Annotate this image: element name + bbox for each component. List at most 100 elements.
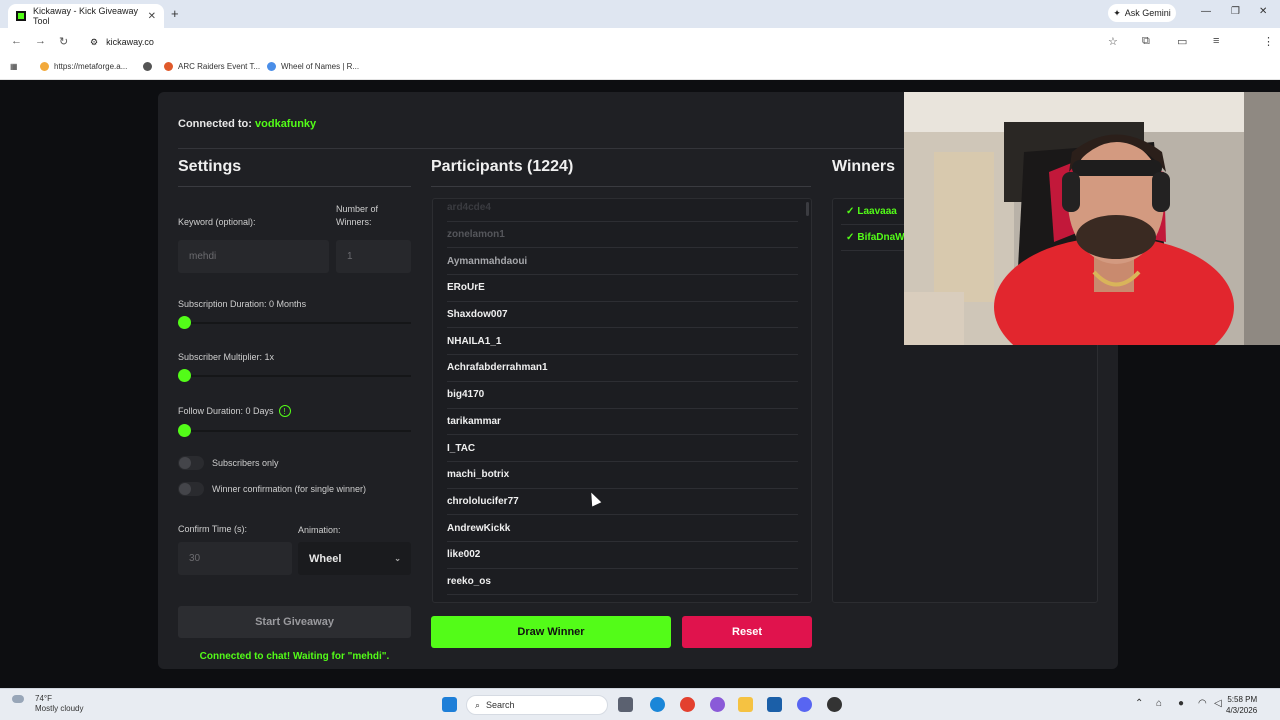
slider-handle[interactable] <box>178 316 191 329</box>
info-icon[interactable]: ! <box>278 405 291 417</box>
draw-winner-button[interactable]: Draw Winner <box>431 616 671 648</box>
list-item[interactable]: Shaxdow007 <box>447 302 798 329</box>
ask-gemini-button[interactable]: ✦ Ask Gemini <box>1108 4 1176 22</box>
winner-name: BifaDnaW <box>857 232 905 243</box>
metaforge-icon <box>40 62 49 71</box>
ask-gemini-label: Ask Gemini <box>1124 8 1171 18</box>
list-item[interactable]: NHAILA1_1 <box>447 328 798 356</box>
list-item[interactable]: Achrafabderrahman1 <box>447 355 798 382</box>
animation-select[interactable]: Wheel ⌄ <box>298 542 411 575</box>
new-tab-icon[interactable]: + <box>171 6 179 21</box>
reset-button[interactable]: Reset <box>682 616 812 648</box>
store-icon[interactable] <box>767 697 782 712</box>
confirm-time-input[interactable]: 30 <box>178 542 292 575</box>
keyword-input[interactable]: mehdi <box>178 240 329 273</box>
animation-label: Animation: <box>298 525 341 535</box>
subscribers-only-toggle[interactable]: Subscribers only <box>178 456 411 470</box>
list-item[interactable]: reeko_os <box>447 569 798 596</box>
maximize-icon[interactable]: ❐ <box>1231 6 1240 17</box>
weather-condition: Mostly cloudy <box>35 704 84 713</box>
minimize-icon[interactable]: — <box>1201 6 1211 17</box>
keyword-label: Keyword (optional): <box>178 217 256 227</box>
list-item[interactable]: ard4cde4 <box>447 199 798 222</box>
weather-widget[interactable]: 74°F Mostly cloudy <box>35 694 83 714</box>
arc-raiders-icon <box>164 62 173 71</box>
menu-icon[interactable]: ⋮ <box>1263 35 1274 48</box>
sub-duration-slider[interactable] <box>178 316 411 329</box>
participants-list[interactable]: ard4cde4 zonelamon1 Aymanmahdaoui ERoUrE… <box>432 198 812 603</box>
task-view-icon[interactable] <box>618 697 633 712</box>
split-view-icon[interactable]: ▭ <box>1177 35 1187 48</box>
bookmark-metaforge[interactable]: https://metaforge.a... <box>40 62 127 71</box>
network-icon[interactable]: ⌂ <box>1156 698 1162 709</box>
num-winners-input[interactable]: 1 <box>336 240 411 273</box>
sub-duration-label: Subscription Duration: 0 Months <box>178 299 307 309</box>
winner-confirmation-toggle[interactable]: Winner confirmation (for single winner) <box>178 482 411 496</box>
site-info-icon[interactable]: ⚙ <box>90 37 98 48</box>
list-item[interactable]: ERoUrE <box>447 275 798 302</box>
forward-icon[interactable]: → <box>35 35 46 47</box>
winner-confirmation-label: Winner confirmation (for single winner) <box>212 484 367 494</box>
reload-icon[interactable]: ↻ <box>59 35 68 48</box>
list-item[interactable]: AndrewKickk <box>447 515 798 542</box>
start-giveaway-button[interactable]: Start Giveaway <box>178 606 411 638</box>
volume-icon[interactable]: ◁ <box>1214 698 1222 709</box>
back-icon[interactable]: ← <box>11 35 22 47</box>
webcam-image <box>904 92 1280 345</box>
search-icon: ⌕ <box>475 699 481 710</box>
list-item[interactable]: I_TAC <box>447 435 798 462</box>
chevron-down-icon: ⌄ <box>394 554 401 563</box>
winner-name: Laavaaa <box>857 206 897 217</box>
list-item[interactable]: chrololucifer77 <box>447 489 798 516</box>
connected-username: vodkafunky <box>255 118 317 130</box>
winners-title: Winners <box>832 158 895 175</box>
kick-favicon-icon <box>16 11 26 21</box>
weather-cloud-icon <box>12 695 24 703</box>
copilot-icon[interactable] <box>710 697 725 712</box>
close-window-icon[interactable]: ✕ <box>1259 6 1267 17</box>
sub-multiplier-slider[interactable] <box>178 369 411 382</box>
obs-icon[interactable] <box>827 697 842 712</box>
list-item[interactable]: like002 <box>447 542 798 569</box>
media-control-icon[interactable]: ≡ <box>1213 35 1219 47</box>
follow-duration-slider[interactable] <box>178 424 411 437</box>
bookmark-label: ARC Raiders Event T... <box>178 62 261 71</box>
edge-icon[interactable] <box>650 697 665 712</box>
extensions-icon[interactable]: ⧉ <box>1142 35 1150 48</box>
toggle-switch[interactable] <box>178 456 204 470</box>
system-clock[interactable]: 5:58 PM 4/3/2026 <box>1226 694 1257 716</box>
wifi-icon[interactable]: ◠ <box>1198 698 1207 709</box>
discord-icon[interactable] <box>797 697 812 712</box>
sub-multiplier-label: Subscriber Multiplier: 1x <box>178 352 275 362</box>
browser-tab[interactable]: Kickaway - Kick Giveaway Tool ✕ <box>8 4 164 28</box>
slider-handle[interactable] <box>178 424 191 437</box>
url-bar[interactable]: ⚙ kickaway.co <box>82 32 1132 52</box>
list-item[interactable]: big4170 <box>447 382 798 409</box>
animation-select-value: Wheel <box>309 552 342 565</box>
bookmark-label: https://metaforge.a... <box>54 62 128 71</box>
windows-start-icon[interactable] <box>442 697 457 712</box>
list-item[interactable]: zonelamon1 <box>447 222 798 249</box>
checkmark-icon: ✓ <box>846 206 855 217</box>
globe-icon <box>143 62 152 71</box>
settings-panel: Settings Keyword (optional): Number of W… <box>178 158 411 662</box>
file-explorer-icon[interactable] <box>738 697 753 712</box>
bookmark-label: Wheel of Names | R... <box>281 62 360 71</box>
list-item[interactable]: machi_botrix <box>447 462 798 489</box>
close-tab-icon[interactable]: ✕ <box>148 11 156 22</box>
bookmark-arc-raiders[interactable]: ARC Raiders Event T... <box>164 62 260 71</box>
taskbar-search[interactable]: ⌕ Search <box>466 695 608 715</box>
microphone-icon[interactable]: ● <box>1178 698 1184 709</box>
slider-handle[interactable] <box>178 369 191 382</box>
bookmark-star-icon[interactable]: ☆ <box>1108 35 1118 48</box>
toggle-switch[interactable] <box>178 482 204 496</box>
apps-grid-icon[interactable]: ▦ <box>10 62 18 71</box>
webcam-overlay <box>904 92 1280 345</box>
bookmark-globe[interactable] <box>143 62 152 71</box>
list-item[interactable]: tarikammar <box>447 409 798 436</box>
scrollbar[interactable] <box>806 202 809 216</box>
chrome-icon[interactable] <box>680 697 695 712</box>
list-item[interactable]: Aymanmahdaoui <box>447 248 798 276</box>
bookmark-wheel-of-names[interactable]: Wheel of Names | R... <box>267 62 359 71</box>
chevron-up-icon[interactable]: ⌃ <box>1135 698 1143 709</box>
